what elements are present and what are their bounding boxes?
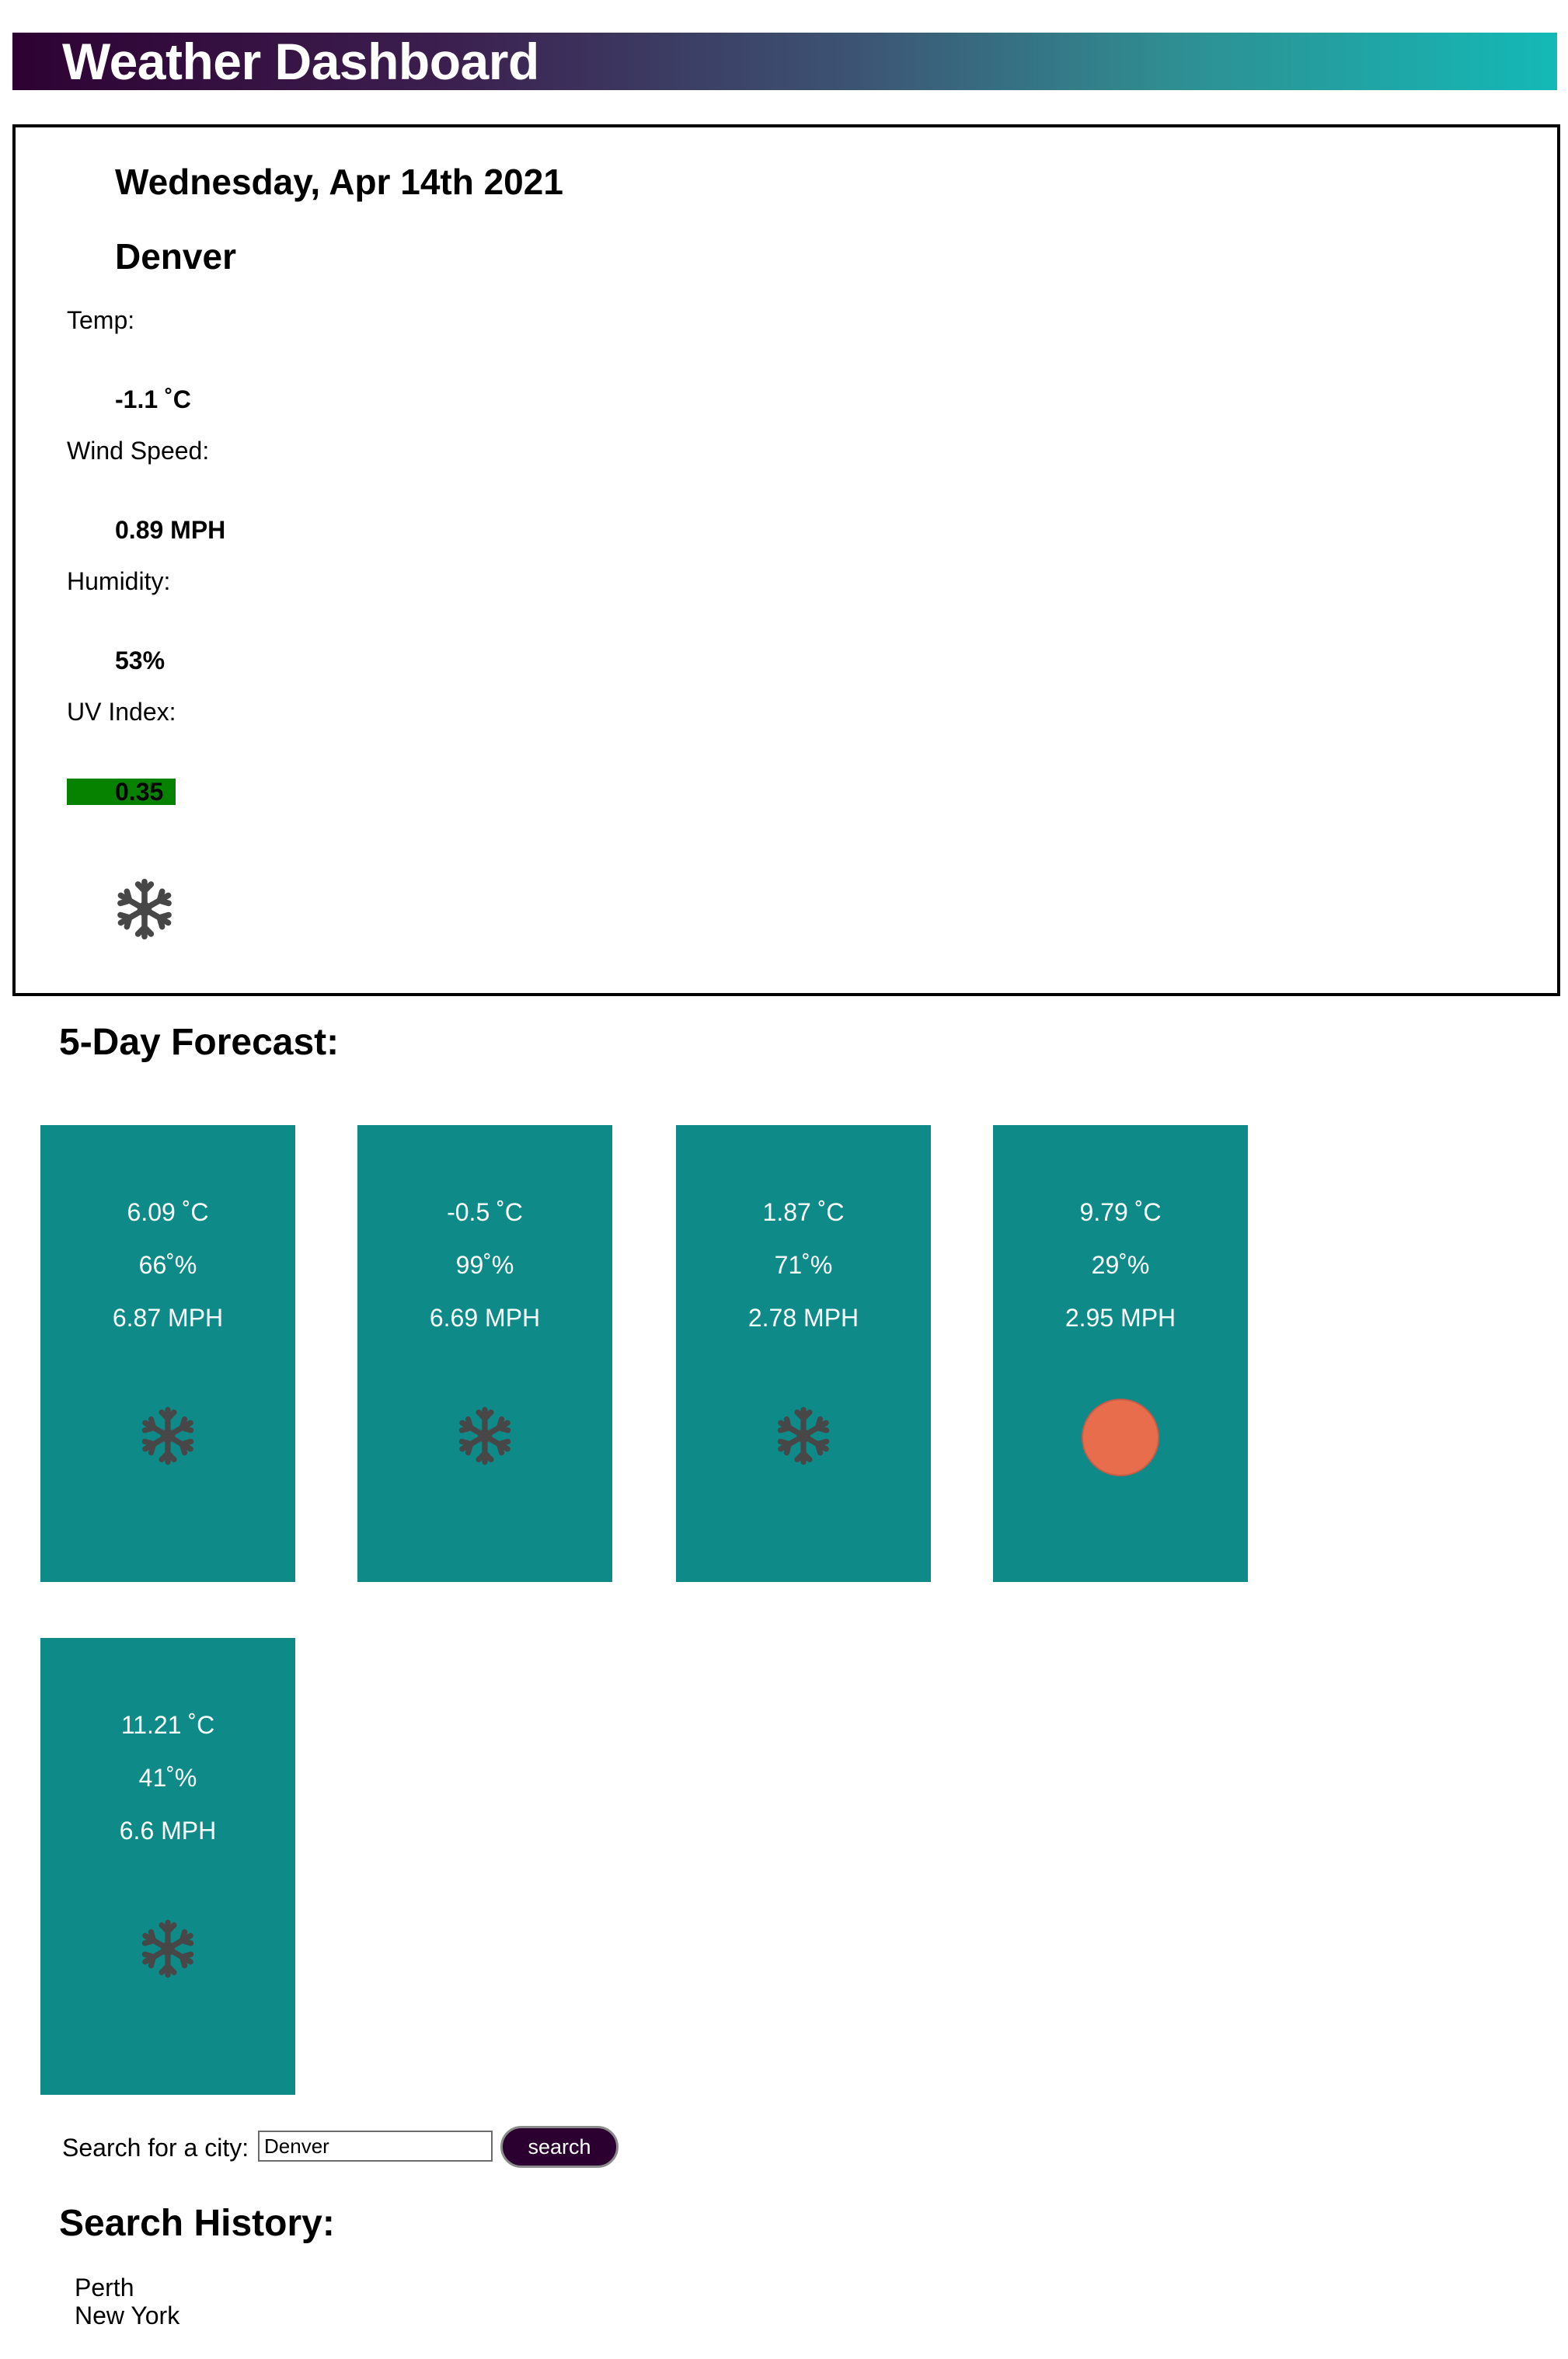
humidity-label: Humidity: xyxy=(67,567,171,595)
snowflake-icon xyxy=(772,1405,835,1467)
wind-speed-value: 0.89 MPH xyxy=(115,516,226,544)
temp-label: Temp: xyxy=(67,306,135,334)
forecast-humidity: 99˚% xyxy=(455,1251,514,1279)
forecast-temp: 11.21 ˚C xyxy=(120,1711,215,1739)
current-weather-panel: Wednesday, Apr 14th 2021 Denver Temp: -1… xyxy=(12,124,1560,996)
forecast-wind: 6.69 MPH xyxy=(429,1304,541,1332)
history-item-perth[interactable]: Perth xyxy=(75,2274,179,2302)
forecast-card: -0.5 ˚C 99˚% 6.69 MPH xyxy=(357,1125,612,1582)
forecast-card: 1.87 ˚C 71˚% 2.78 MPH xyxy=(676,1125,931,1582)
snowflake-icon xyxy=(454,1405,516,1467)
humidity-value: 53% xyxy=(115,646,166,674)
forecast-card: 6.09 ˚C 66˚% 6.87 MPH xyxy=(40,1125,295,1582)
uv-index-badge: 0.35 xyxy=(67,778,176,806)
forecast-wind: 6.87 MPH xyxy=(112,1304,224,1332)
forecast-temp: 1.87 ˚C xyxy=(762,1198,845,1226)
snowflake-icon xyxy=(137,1405,199,1467)
forecast-heading: 5-Day Forecast: xyxy=(59,1022,340,1063)
forecast-humidity: 41˚% xyxy=(138,1764,197,1792)
forecast-card: 11.21 ˚C 41˚% 6.6 MPH xyxy=(40,1638,295,2095)
snowflake-icon xyxy=(137,1918,199,1980)
sun-icon xyxy=(1082,1399,1159,1476)
city-search-input[interactable] xyxy=(258,2131,493,2162)
search-label: Search for a city: xyxy=(62,2134,249,2162)
forecast-humidity: 66˚% xyxy=(138,1251,197,1279)
header-bar: Weather Dashboard xyxy=(12,33,1557,90)
temp-value: -1.1 ˚C xyxy=(115,385,191,413)
forecast-temp: -0.5 ˚C xyxy=(447,1198,523,1226)
uv-index-value: 0.35 xyxy=(115,778,164,806)
forecast-temp: 9.79 ˚C xyxy=(1079,1198,1162,1226)
wind-speed-label: Wind Speed: xyxy=(67,437,210,465)
forecast-temp: 6.09 ˚C xyxy=(127,1198,209,1226)
history-item-new-york[interactable]: New York xyxy=(75,2302,179,2329)
snowflake-icon xyxy=(112,876,177,942)
search-button[interactable]: search xyxy=(500,2126,618,2168)
uv-index-label: UV Index: xyxy=(67,698,176,726)
current-city: Denver xyxy=(115,236,236,277)
forecast-wind: 2.95 MPH xyxy=(1064,1304,1176,1332)
forecast-humidity: 71˚% xyxy=(774,1251,833,1279)
page-title: Weather Dashboard xyxy=(62,33,539,90)
forecast-card: 9.79 ˚C 29˚% 2.95 MPH xyxy=(993,1125,1248,1582)
search-history-heading: Search History: xyxy=(59,2203,335,2244)
search-history-list: Perth New York xyxy=(75,2274,179,2329)
forecast-wind: 2.78 MPH xyxy=(747,1304,859,1332)
forecast-humidity: 29˚% xyxy=(1091,1251,1150,1279)
current-date: Wednesday, Apr 14th 2021 xyxy=(115,162,563,202)
forecast-wind: 6.6 MPH xyxy=(119,1817,217,1845)
